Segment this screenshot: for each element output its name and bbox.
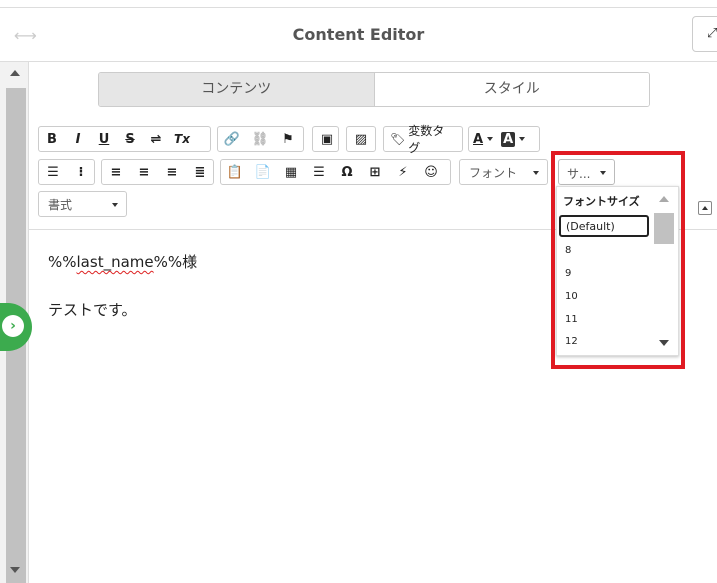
chevron-down-icon bbox=[533, 171, 539, 175]
paste-icon[interactable]: 📋 bbox=[221, 160, 249, 184]
align-group: ≡ ≡ ≡ ≣ bbox=[101, 159, 214, 185]
format-dropdown-label: 書式 bbox=[48, 197, 73, 212]
align-center-icon[interactable]: ≡ bbox=[130, 160, 158, 184]
variable-tag-button[interactable]: 🏷 変数タグ bbox=[384, 124, 462, 155]
highlight-annotation bbox=[551, 151, 685, 369]
format-dropdown[interactable]: 書式 bbox=[38, 191, 127, 217]
collapse-toolbar-button[interactable] bbox=[698, 201, 712, 215]
link-group: 🔗 ⛓ ⚑ bbox=[217, 126, 304, 152]
smiley-icon[interactable]: ☺ bbox=[417, 160, 445, 184]
image-icon[interactable]: ▨ bbox=[347, 127, 375, 151]
indent-toggle-button[interactable]: ⇌ bbox=[143, 127, 169, 151]
align-justify-icon[interactable]: ≣ bbox=[186, 160, 214, 184]
paste-word-icon[interactable]: 📄 bbox=[249, 160, 277, 184]
horizontal-rule-icon[interactable]: ☰ bbox=[305, 160, 333, 184]
chevron-down-icon bbox=[112, 203, 118, 207]
color-group: A A bbox=[468, 126, 540, 152]
text-color-icon: A bbox=[473, 131, 484, 147]
scroll-down-icon[interactable] bbox=[10, 567, 20, 573]
align-left-icon[interactable]: ≡ bbox=[102, 160, 130, 184]
variable-tag-group: 🏷 変数タグ bbox=[383, 124, 463, 155]
clear-format-button[interactable]: Tx bbox=[169, 127, 195, 151]
content-line-1: %%last_name%%様 bbox=[48, 251, 197, 275]
text-color-button[interactable]: A bbox=[469, 127, 497, 151]
list-group: ☰ ⁝ bbox=[38, 159, 95, 185]
scroll-up-icon[interactable] bbox=[10, 70, 20, 76]
chevron-right-icon: › bbox=[2, 315, 24, 337]
insert-group: 📋 📄 ▦ ☰ Ω ⊞ ⚡ ☺ bbox=[220, 159, 451, 185]
plus-box-icon[interactable]: ⊞ bbox=[361, 160, 389, 184]
var-prefix: %% bbox=[48, 253, 77, 271]
font-dropdown[interactable]: フォント bbox=[459, 159, 548, 185]
italic-button[interactable]: I bbox=[65, 127, 91, 151]
page-title: Content Editor bbox=[292, 25, 425, 44]
bullet-list-icon[interactable]: ⁝ bbox=[67, 160, 95, 184]
source-icon[interactable]: ▣ bbox=[313, 127, 341, 151]
title-bar: ⟷ Content Editor ⤢ bbox=[0, 7, 717, 62]
tab-style[interactable]: スタイル bbox=[374, 73, 649, 106]
content-line-2: テストです。 bbox=[48, 301, 137, 319]
strikethrough-button[interactable]: S bbox=[117, 127, 143, 151]
anchor-flag-icon[interactable]: ⚑ bbox=[274, 127, 302, 151]
special-char-icon[interactable]: Ω bbox=[333, 160, 361, 184]
expand-button[interactable]: ⤢ bbox=[692, 16, 717, 52]
var-suffix: %%様 bbox=[153, 253, 198, 271]
text-format-group: B I U S ⇌ Tx bbox=[38, 126, 211, 152]
expand-arrows-icon: ⤢ bbox=[707, 26, 717, 41]
unlink-icon[interactable]: ⛓ bbox=[246, 127, 274, 151]
bg-color-icon: A bbox=[501, 131, 516, 147]
underline-button[interactable]: U bbox=[91, 127, 117, 151]
variable-tag-label: 変数タグ bbox=[408, 124, 445, 155]
bold-button[interactable]: B bbox=[39, 127, 65, 151]
numbered-list-icon[interactable]: ☰ bbox=[39, 160, 67, 184]
editor-panel: ⟷ Content Editor ⤢ › コンテンツ スタイル B I U S … bbox=[0, 0, 717, 583]
source-group: ▣ bbox=[312, 126, 339, 152]
image-group: ▨ bbox=[346, 126, 376, 152]
link-icon[interactable]: 🔗 bbox=[218, 127, 246, 151]
align-right-icon[interactable]: ≡ bbox=[158, 160, 186, 184]
tab-bar: コンテンツ スタイル bbox=[98, 72, 650, 107]
tag-icon: 🏷 bbox=[390, 132, 406, 146]
bg-color-button[interactable]: A bbox=[497, 127, 529, 151]
editor-content[interactable]: %%last_name%%様 テストです。 bbox=[48, 251, 197, 323]
tab-content[interactable]: コンテンツ bbox=[99, 73, 375, 106]
table-icon[interactable]: ▦ bbox=[277, 160, 305, 184]
var-name: last_name bbox=[76, 253, 154, 271]
font-dropdown-label: フォント bbox=[469, 165, 518, 180]
lightning-icon[interactable]: ⚡ bbox=[389, 160, 417, 184]
